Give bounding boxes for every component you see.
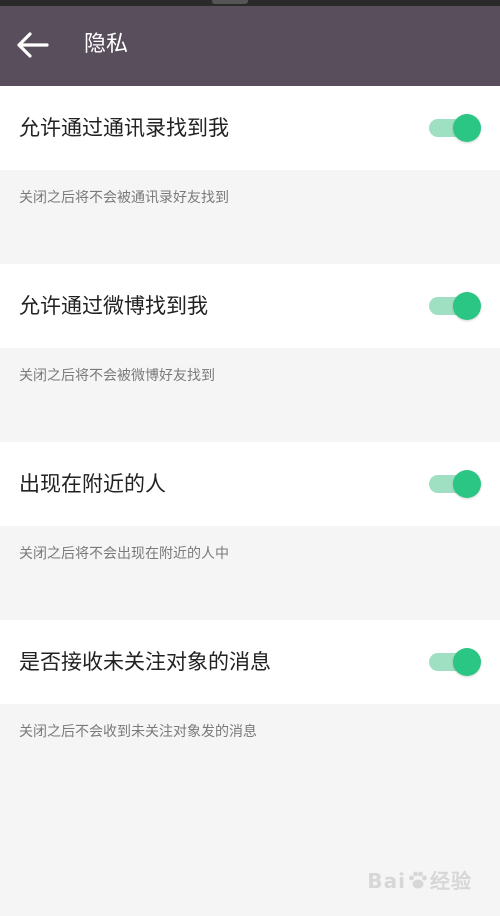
setting-hint: 关闭之后将不会被微博好友找到 — [19, 368, 215, 384]
arrow-left-icon — [17, 32, 49, 58]
setting-hint: 关闭之后不会收到未关注对象发的消息 — [19, 724, 257, 740]
toggle-knob — [453, 114, 481, 142]
setting-section-weibo: 允许通过微博找到我 关闭之后将不会被微博好友找到 — [0, 264, 500, 442]
setting-label: 允许通过通讯录找到我 — [19, 116, 229, 140]
nearby-toggle[interactable] — [429, 470, 481, 498]
watermark-text-before: Bai — [367, 869, 406, 893]
setting-section-contacts: 允许通过通讯录找到我 关闭之后将不会被通讯录好友找到 — [0, 86, 500, 264]
setting-hint-block: 关闭之后将不会出现在附近的人中 — [0, 526, 500, 620]
setting-hint: 关闭之后将不会出现在附近的人中 — [19, 546, 229, 562]
baidu-jingyan-watermark: Bai 经验 — [367, 865, 472, 894]
toggle-knob — [453, 292, 481, 320]
weibo-toggle[interactable] — [429, 292, 481, 320]
setting-label: 出现在附近的人 — [19, 472, 166, 496]
setting-hint-block: 关闭之后将不会被通讯录好友找到 — [0, 170, 500, 264]
setting-row-weibo[interactable]: 允许通过微博找到我 — [0, 264, 500, 348]
settings-list: 允许通过通讯录找到我 关闭之后将不会被通讯录好友找到 允许通过微博找到我 关闭之… — [0, 86, 500, 798]
watermark-text-after: 经验 — [430, 869, 472, 893]
app-bar: 隐私 — [0, 6, 500, 86]
setting-row-nearby[interactable]: 出现在附近的人 — [0, 442, 500, 526]
setting-hint: 关闭之后将不会被通讯录好友找到 — [19, 190, 229, 206]
toggle-knob — [453, 470, 481, 498]
setting-label: 是否接收未关注对象的消息 — [19, 650, 271, 674]
setting-row-stranger-messages[interactable]: 是否接收未关注对象的消息 — [0, 620, 500, 704]
back-button[interactable] — [14, 28, 54, 62]
toggle-knob — [453, 648, 481, 676]
paw-icon — [409, 871, 427, 889]
contacts-toggle[interactable] — [429, 114, 481, 142]
stranger-messages-toggle[interactable] — [429, 648, 481, 676]
setting-hint-block: 关闭之后不会收到未关注对象发的消息 — [0, 704, 500, 798]
setting-section-stranger-messages: 是否接收未关注对象的消息 关闭之后不会收到未关注对象发的消息 — [0, 620, 500, 798]
setting-row-contacts[interactable]: 允许通过通讯录找到我 — [0, 86, 500, 170]
setting-hint-block: 关闭之后将不会被微博好友找到 — [0, 348, 500, 442]
page-title: 隐私 — [84, 32, 129, 57]
status-bar-notch — [212, 0, 248, 4]
setting-label: 允许通过微博找到我 — [19, 294, 208, 318]
setting-section-nearby: 出现在附近的人 关闭之后将不会出现在附近的人中 — [0, 442, 500, 620]
